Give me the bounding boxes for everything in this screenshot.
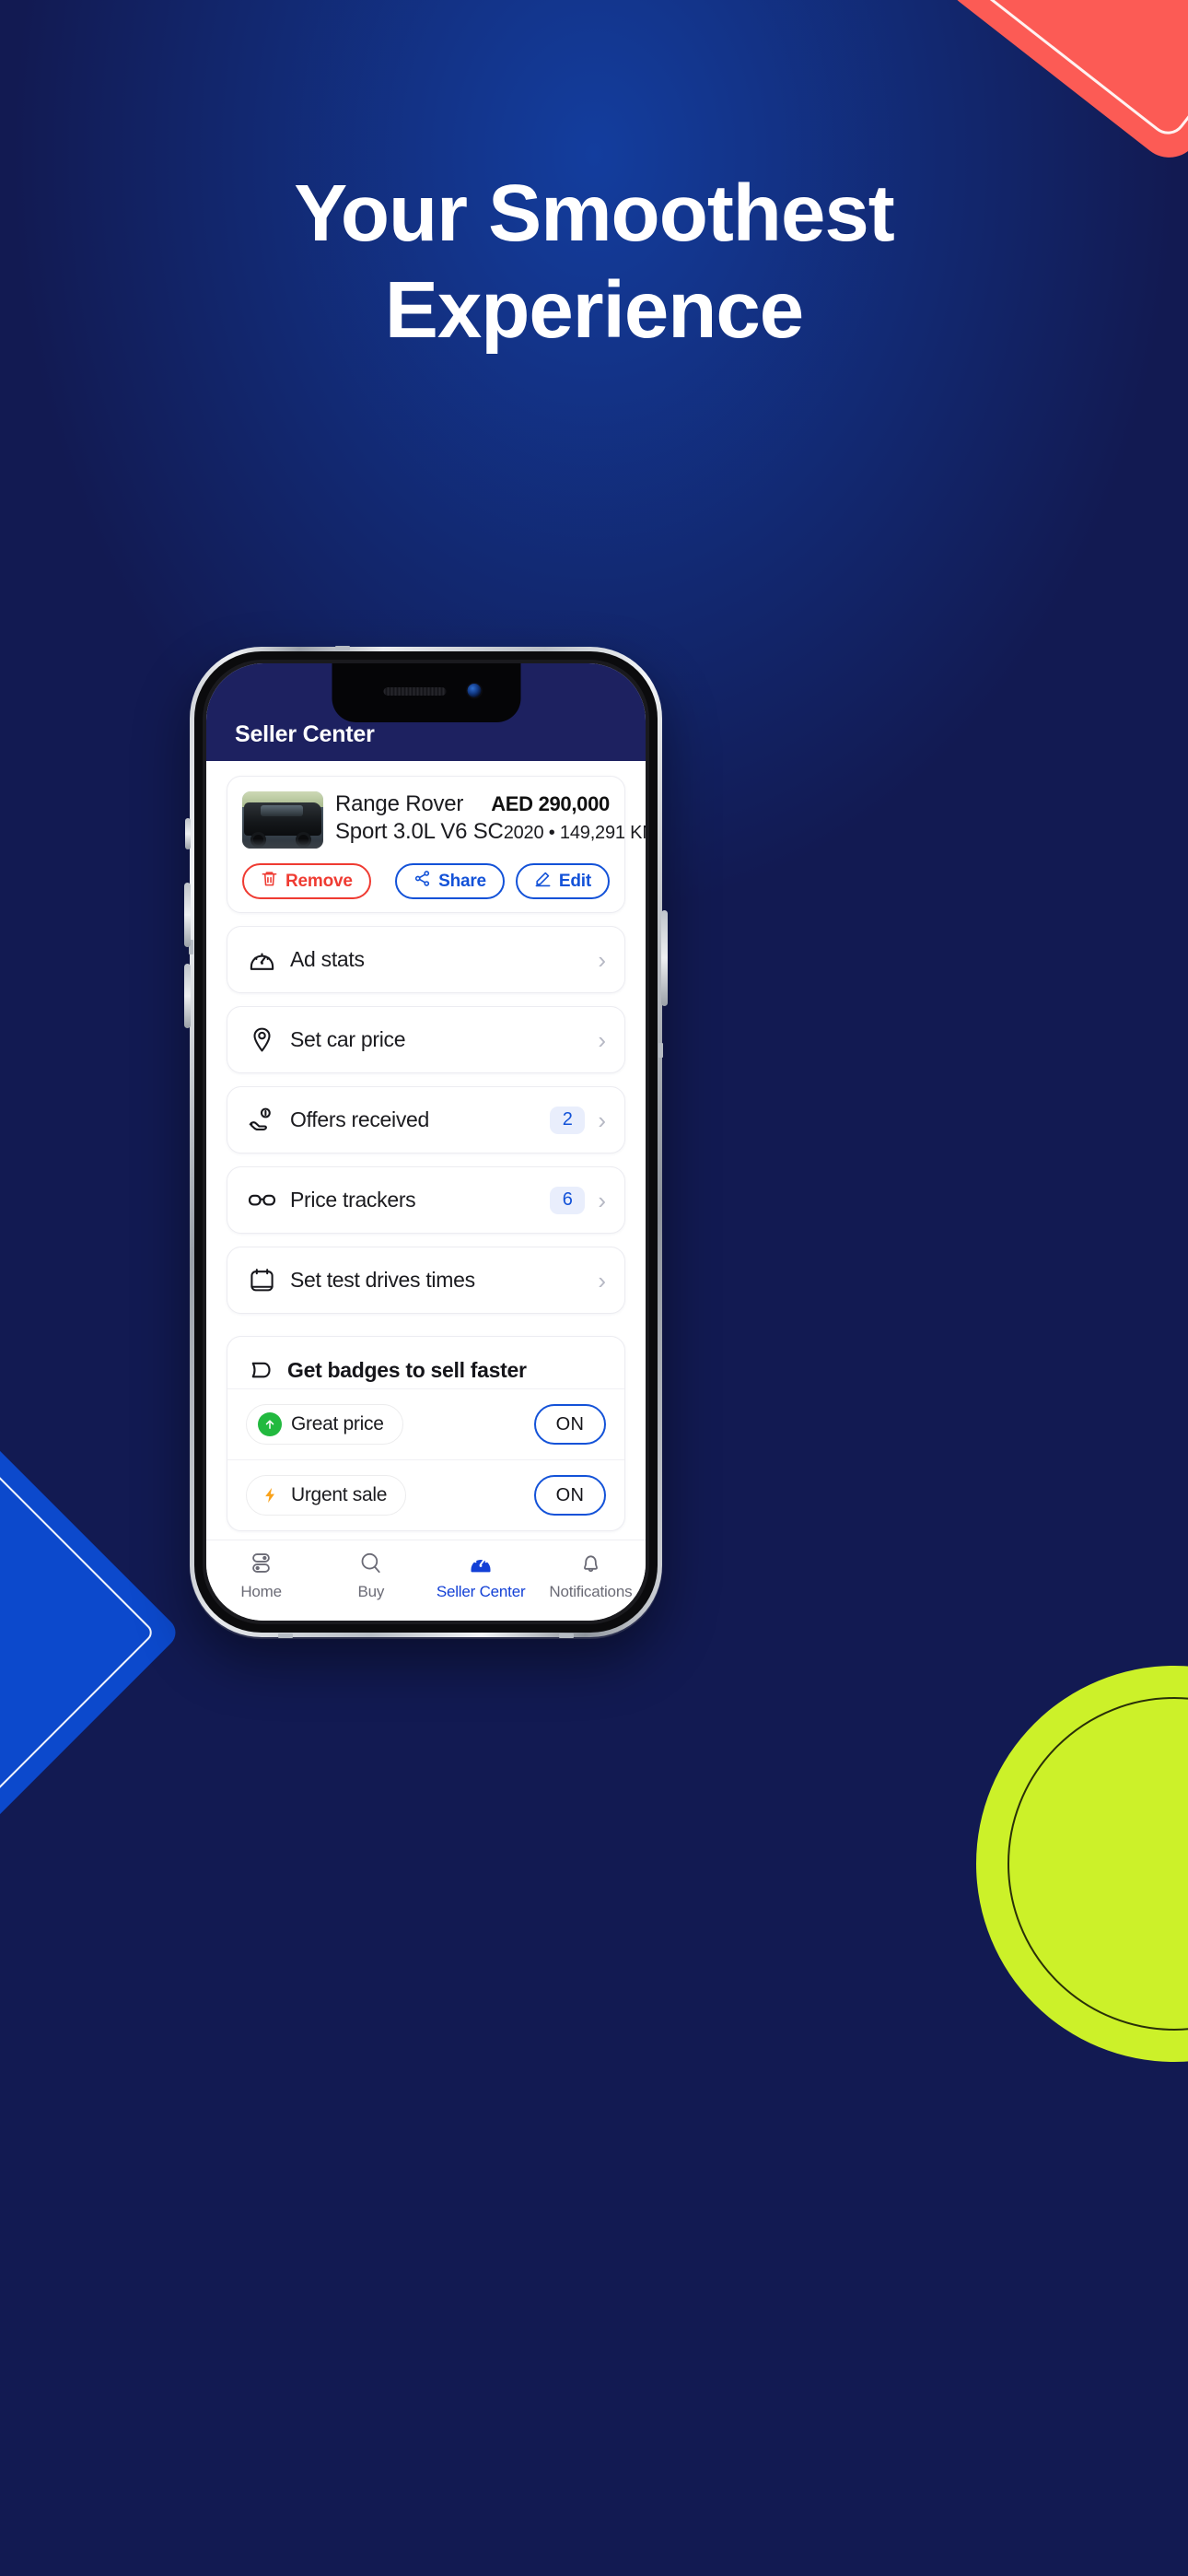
remove-button-label: Remove	[285, 871, 353, 891]
listing-year: 2020	[503, 823, 544, 843]
phone-frame: Seller Center Range Rover AED 290,000 Sp…	[189, 646, 663, 1638]
bottom-tab-bar: Home Buy Seller Center Notifications	[206, 1540, 646, 1621]
car-photo-thumbnail[interactable]	[242, 791, 323, 849]
antenna-line-top	[335, 646, 350, 650]
phone-inner-bezel: Seller Center Range Rover AED 290,000 Sp…	[203, 660, 649, 1624]
badges-title: Get badges to sell faster	[287, 1357, 527, 1382]
tab-notifications[interactable]: Notifications	[536, 1547, 646, 1601]
tab-home[interactable]: Home	[206, 1547, 316, 1601]
listing-card: Range Rover AED 290,000 Sport 3.0L V6 SC…	[227, 776, 646, 913]
tab-label: Home	[240, 1583, 282, 1600]
badges-header: Get badges to sell faster	[227, 1337, 624, 1388]
badge-label: Urgent sale	[291, 1484, 388, 1505]
volume-down-button[interactable]	[184, 964, 191, 1028]
mute-switch[interactable]	[185, 818, 191, 849]
phone-screen: Seller Center Range Rover AED 290,000 Sp…	[206, 663, 646, 1621]
listing-title: Range Rover	[335, 791, 464, 816]
earpiece-speaker-icon	[383, 687, 446, 696]
chevron-right-icon: ›	[598, 945, 606, 974]
tab-buy[interactable]: Buy	[316, 1547, 425, 1601]
badge-label: Great price	[291, 1413, 384, 1434]
app-content[interactable]: Range Rover AED 290,000 Sport 3.0L V6 SC…	[206, 761, 646, 1540]
pencil-icon	[534, 870, 552, 893]
tab-label: Seller Center	[436, 1583, 526, 1600]
menu-item-offers-received[interactable]: Offers received 2 ›	[227, 1086, 625, 1153]
share-button[interactable]: Share	[395, 863, 505, 899]
listing-mileage: 149,291 KM	[559, 823, 646, 843]
chevron-right-icon: ›	[598, 1025, 606, 1054]
price-tag-icon	[246, 1025, 277, 1056]
lightning-bolt-icon	[258, 1483, 282, 1507]
page-title: Seller Center	[235, 721, 375, 747]
menu-item-price-trackers[interactable]: Price trackers 6 ›	[227, 1166, 625, 1234]
speedometer-icon	[246, 944, 277, 976]
listing-subtitle: Sport 3.0L V6 SC	[335, 819, 504, 844]
search-icon	[358, 1547, 383, 1578]
tab-seller-center[interactable]: Seller Center	[426, 1547, 536, 1601]
badge-tag-urgent-sale[interactable]: Urgent sale	[246, 1475, 407, 1516]
badges-card: Get badges to sell faster Great price ON…	[227, 1336, 625, 1531]
chevron-right-icon: ›	[598, 1106, 606, 1134]
menu-item-label: Ad stats	[290, 947, 365, 971]
menu-item-label: Offers received	[290, 1107, 430, 1131]
power-button[interactable]	[661, 910, 668, 1006]
hand-offer-icon	[246, 1105, 277, 1136]
menu-item-set-test-drives-times[interactable]: Set test drives times ›	[227, 1247, 625, 1314]
phone-bezel: Seller Center Range Rover AED 290,000 Sp…	[194, 651, 658, 1633]
headline-line-2: Experience	[384, 265, 804, 355]
share-button-label: Share	[438, 871, 486, 891]
menu-item-label: Price trackers	[290, 1188, 416, 1212]
menu-item-set-car-price[interactable]: Set car price ›	[227, 1006, 625, 1073]
menu-item-ad-stats[interactable]: Ad stats ›	[227, 926, 625, 993]
share-icon	[413, 870, 431, 893]
antenna-line-bottom-right	[559, 1633, 574, 1638]
badge-toggle-great-price[interactable]: ON	[534, 1404, 606, 1445]
trackers-count-badge: 6	[550, 1186, 586, 1214]
volume-up-button[interactable]	[184, 883, 191, 947]
chevron-right-icon: ›	[598, 1266, 606, 1294]
arrow-up-circle-icon	[258, 1412, 282, 1436]
phone-mockup: Seller Center Range Rover AED 290,000 Sp…	[88, 646, 1100, 1916]
phone-notch	[332, 663, 520, 722]
tab-label: Notifications	[549, 1583, 633, 1600]
listing-meta: 2020 • 149,291 KM	[504, 823, 646, 844]
trash-icon	[261, 870, 278, 893]
chevron-right-icon: ›	[598, 1186, 606, 1214]
badge-tag-great-price[interactable]: Great price	[246, 1404, 403, 1445]
badge-tag-icon	[246, 1355, 275, 1385]
menu-item-label: Set car price	[290, 1027, 406, 1051]
antenna-line-right	[658, 1043, 663, 1058]
edit-button[interactable]: Edit	[515, 863, 610, 899]
toggles-icon	[249, 1547, 274, 1578]
bell-icon	[578, 1547, 603, 1578]
promo-headline: Your Smoothest Experience	[0, 173, 1188, 350]
remove-button[interactable]: Remove	[242, 863, 371, 899]
headline-line-1: Your Smoothest	[294, 169, 894, 258]
front-camera-icon	[467, 684, 481, 697]
menu-item-label: Set test drives times	[290, 1268, 475, 1292]
listing-meta-separator: •	[548, 823, 555, 843]
speedometer-icon	[468, 1547, 494, 1578]
edit-button-label: Edit	[558, 871, 591, 891]
tab-label: Buy	[357, 1583, 385, 1600]
badge-row-great-price: Great price ON	[227, 1388, 624, 1459]
listing-price: AED 290,000	[491, 792, 610, 815]
badge-toggle-urgent-sale[interactable]: ON	[534, 1475, 606, 1516]
antenna-line-bottom-left	[278, 1633, 293, 1638]
badge-row-urgent-sale: Urgent sale ON	[227, 1459, 624, 1530]
glasses-icon	[246, 1185, 277, 1216]
offers-count-badge: 2	[550, 1106, 586, 1134]
calendar-icon	[246, 1265, 277, 1296]
